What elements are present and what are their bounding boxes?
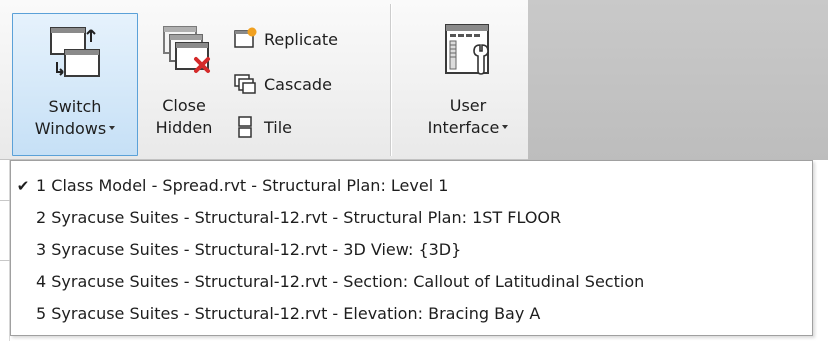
checkmark-icon: ✔ <box>16 176 30 195</box>
window-menu-item-4[interactable]: 4 Syracuse Suites - Structural-12.rvt - … <box>11 267 812 296</box>
window-menu-item-3[interactable]: 3 Syracuse Suites - Structural-12.rvt - … <box>11 235 812 264</box>
tile-icon <box>238 116 252 138</box>
switch-windows-dropdown: ✔ 1 Class Model - Spread.rvt - Structura… <box>10 160 813 336</box>
switch-windows-label: Switch Windows <box>35 96 116 140</box>
replicate-icon <box>234 27 257 48</box>
window-menu-item-label: 4 Syracuse Suites - Structural-12.rvt - … <box>36 272 645 291</box>
window-menu-item-label: 5 Syracuse Suites - Structural-12.rvt - … <box>36 304 541 323</box>
cascade-button[interactable]: Cascade <box>232 69 332 99</box>
close-hidden-icon <box>154 21 214 83</box>
ribbon-divider <box>390 4 391 156</box>
window-menu-item-5[interactable]: 5 Syracuse Suites - Structural-12.rvt - … <box>11 299 812 328</box>
ribbon-empty-area <box>528 0 828 160</box>
switch-windows-button[interactable]: Switch Windows <box>12 13 138 156</box>
replicate-button[interactable]: Replicate <box>232 24 338 54</box>
window-menu-item-label: 3 Syracuse Suites - Structural-12.rvt - … <box>36 240 462 259</box>
divider <box>0 260 10 261</box>
chevron-down-icon <box>109 126 116 130</box>
user-interface-icon <box>438 21 498 83</box>
user-interface-label: User Interface <box>428 95 509 139</box>
switch-windows-icon <box>45 22 105 84</box>
cascade-label: Cascade <box>264 74 332 94</box>
chevron-down-icon <box>502 125 509 129</box>
app-root: Switch Windows Close Hidden Replicate Ca… <box>0 0 828 341</box>
tile-label: Tile <box>264 117 293 137</box>
cascade-icon <box>234 74 256 94</box>
close-hidden-button[interactable]: Close Hidden <box>146 13 222 156</box>
ribbon-panel-windows: Switch Windows Close Hidden Replicate Ca… <box>0 0 828 160</box>
replicate-label: Replicate <box>264 29 339 49</box>
window-menu-item-label: 1 Class Model - Spread.rvt - Structural … <box>36 176 449 195</box>
user-interface-button[interactable]: User Interface <box>410 13 526 156</box>
background-app-edge <box>0 160 10 341</box>
close-hidden-label: Close Hidden <box>155 96 213 137</box>
divider <box>0 200 10 201</box>
window-menu-item-label: 2 Syracuse Suites - Structural-12.rvt - … <box>36 208 562 227</box>
window-menu-item-2[interactable]: 2 Syracuse Suites - Structural-12.rvt - … <box>11 203 812 232</box>
tile-button[interactable]: Tile <box>232 112 292 142</box>
window-menu-item-1[interactable]: ✔ 1 Class Model - Spread.rvt - Structura… <box>11 171 812 200</box>
